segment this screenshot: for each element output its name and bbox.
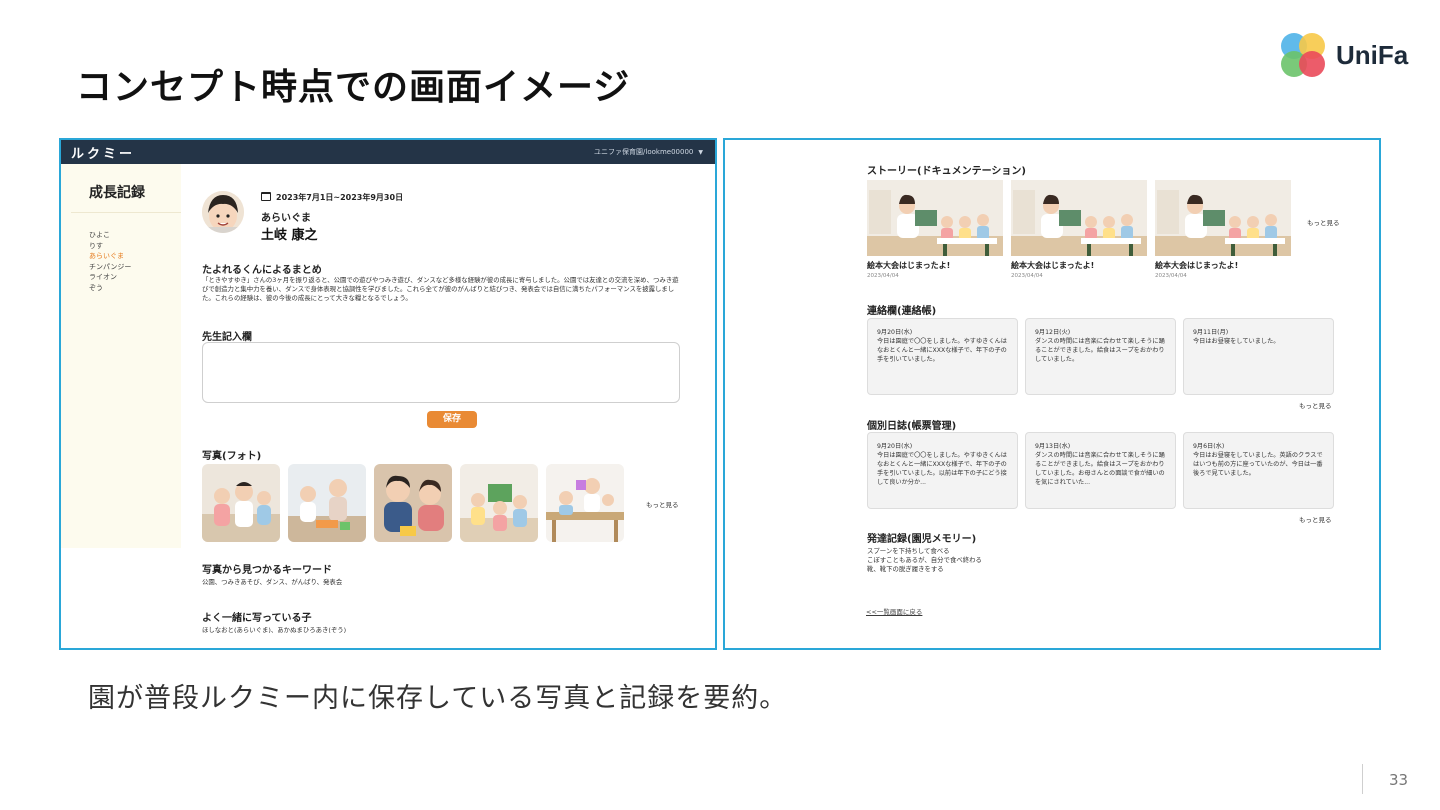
diary-card[interactable]: 9月6日(水) 今日はお昼寝をしていました。英語のクラスではいつも前の方に座って… — [1183, 432, 1334, 509]
contact-card-text: ダンスの時間には音楽に合わせて楽しそうに踊ることができました。給食はスープをおか… — [1035, 338, 1165, 363]
contact-more-link[interactable]: もっと見る — [1299, 400, 1332, 410]
contact-card-date: 9月20日(水) — [877, 329, 913, 336]
sidebar-item-araiguma[interactable]: あらいぐま — [89, 251, 131, 262]
sidebar-item-lion[interactable]: ライオン — [89, 272, 131, 283]
story-card-title: 絵本大会はじまったよ! — [1011, 261, 1095, 270]
summary-title: たよれるくんによるまとめ — [202, 265, 322, 276]
contact-card-text: 今日はお昼寝をしていました。 — [1193, 338, 1280, 345]
sidebar-item-chimpanzee[interactable]: チンパンジー — [89, 262, 131, 273]
sidebar: 成長記録 ひよこ りす あらいぐま チンパンジー ライオン ぞう — [61, 164, 181, 548]
photo-thumbnail[interactable] — [374, 464, 452, 542]
keywords-text: 公園、つみきあそび、ダンス、がんばり、発表会 — [202, 578, 343, 586]
story-card-title: 絵本大会はじまったよ! — [1155, 261, 1239, 270]
sidebar-title: 成長記録 — [89, 185, 145, 201]
contact-card-date: 9月12日(火) — [1035, 329, 1071, 336]
slide-title: コンセプト時点での画面イメージ — [76, 67, 631, 108]
diary-title: 個別日誌(帳票管理) — [867, 421, 957, 432]
photos-more-link[interactable]: もっと見る — [646, 499, 679, 509]
diary-card[interactable]: 9月13日(水) ダンスの時間には音楽に合わせて楽しそうに踊ることができました。… — [1025, 432, 1176, 509]
contact-card[interactable]: 9月20日(水) 今日は園庭で〇〇をしました。やすゆきくんはなおとくんと一緒にX… — [867, 318, 1018, 395]
development-line: スプーンを下持ちして食べる — [867, 547, 950, 555]
story-more-link[interactable]: もっと見る — [1307, 217, 1340, 227]
photo-thumbnail[interactable] — [546, 464, 624, 542]
photo-thumbnail[interactable] — [288, 464, 366, 542]
diary-card-text: 今日はお昼寝をしていました。英語のクラスではいつも前の方に座っていたのが、今日は… — [1193, 452, 1323, 477]
story-card-title: 絵本大会はじまったよ! — [867, 261, 951, 270]
story-card[interactable]: 絵本大会はじまったよ! 2023/04/04 — [1011, 180, 1147, 279]
back-to-list-link[interactable]: <<一覧画面に戻る — [866, 606, 922, 616]
summary-text: 「ときやすゆき」さんの3ヶ月を振り返ると、公園での遊びやつみき遊び、ダンスなど多… — [202, 276, 679, 303]
diary-card-date: 9月13日(水) — [1035, 443, 1071, 450]
child-avatar — [202, 191, 244, 233]
page-number: 33 — [1389, 771, 1409, 789]
page-number-divider — [1362, 764, 1363, 794]
record-period-text: 2023年7月1日~2023年9月30日 — [276, 193, 404, 202]
diary-card-text: 今日は園庭で〇〇をしました。やすゆきくんはなおとくんと一緒にXXXな様子で、年下… — [877, 452, 1007, 486]
diary-card-date: 9月6日(水) — [1193, 443, 1225, 450]
story-image — [867, 180, 1003, 256]
app-header: ルクミー ユニファ保育園/lookme00000 ▼ — [61, 140, 715, 164]
summary-detail-screen: ストーリー(ドキュメンテーション) 絵本大会はじまったよ! 2023/04/04 — [723, 138, 1381, 650]
development-line: 靴、靴下の脱ぎ履きをする — [867, 565, 944, 573]
story-image — [1011, 180, 1147, 256]
story-card[interactable]: 絵本大会はじまったよ! 2023/04/04 — [867, 180, 1003, 279]
development-line: こぼすこともあるが、自分で食べ終わる — [867, 556, 982, 564]
teacher-note-textarea[interactable] — [202, 342, 680, 403]
story-card-date: 2023/04/04 — [1011, 273, 1043, 279]
sidebar-item-hiyoko[interactable]: ひよこ — [89, 230, 131, 241]
sidebar-item-risu[interactable]: りす — [89, 241, 131, 252]
story-title: ストーリー(ドキュメンテーション) — [867, 166, 1026, 177]
contact-card[interactable]: 9月12日(火) ダンスの時間には音楽に合わせて楽しそうに踊ることができました。… — [1025, 318, 1176, 395]
story-card-date: 2023/04/04 — [1155, 273, 1187, 279]
photo-thumbnail[interactable] — [202, 464, 280, 542]
contact-card-text: 今日は園庭で〇〇をしました。やすゆきくんはなおとくんと一緒にXXXな様子で、年下… — [877, 338, 1007, 363]
child-name: 土岐 康之 — [261, 228, 318, 243]
record-period: 2023年7月1日~2023年9月30日 — [261, 192, 403, 203]
contact-title: 連絡欄(連絡帳) — [867, 306, 937, 317]
sidebar-item-zou[interactable]: ぞう — [89, 283, 131, 294]
friends-title: よく一緒に写っている子 — [202, 613, 312, 624]
story-card[interactable]: 絵本大会はじまったよ! 2023/04/04 — [1155, 180, 1291, 279]
diary-more-link[interactable]: もっと見る — [1299, 514, 1332, 524]
save-button[interactable]: 保存 — [427, 411, 477, 428]
photo-thumbnail[interactable] — [460, 464, 538, 542]
photos-title: 写真(フォト) — [202, 451, 262, 462]
class-list: ひよこ りす あらいぐま チンパンジー ライオン ぞう — [89, 230, 131, 293]
diary-card-text: ダンスの時間には音楽に合わせて楽しそうに踊ることができました。給食はスープをおか… — [1035, 452, 1165, 486]
development-title: 発達記録(園児メモリー) — [867, 534, 977, 545]
app-brand: ルクミー — [71, 147, 136, 162]
contact-card[interactable]: 9月11日(月) 今日はお昼寝をしていました。 — [1183, 318, 1334, 395]
diary-card-date: 9月20日(水) — [877, 443, 913, 450]
unifa-logo-text: UniFa — [1336, 40, 1409, 70]
friends-text: ほしなおと(あらいぐま)、あかぬまひろあき(ぞう) — [202, 626, 347, 634]
diary-card[interactable]: 9月20日(水) 今日は園庭で〇〇をしました。やすゆきくんはなおとくんと一緒にX… — [867, 432, 1018, 509]
sidebar-divider — [71, 212, 181, 213]
unifa-logo-mark-icon — [1281, 33, 1325, 77]
slide-caption: 園が普段ルクミー内に保存している写真と記録を要約。 — [88, 683, 788, 714]
child-class: あらいぐま — [261, 213, 311, 224]
teacher-note-title: 先生記入欄 — [202, 332, 252, 343]
contact-card-date: 9月11日(月) — [1193, 329, 1229, 336]
story-card-date: 2023/04/04 — [867, 273, 899, 279]
unifa-logo: UniFa — [1278, 30, 1418, 86]
keywords-title: 写真から見つかるキーワード — [202, 565, 332, 576]
growth-record-screen: ルクミー ユニファ保育園/lookme00000 ▼ 成長記録 ひよこ りす あら… — [59, 138, 717, 650]
caret-down-icon: ▼ — [698, 149, 703, 156]
user-menu[interactable]: ユニファ保育園/lookme00000 ▼ — [594, 147, 703, 157]
user-menu-label: ユニファ保育園/lookme00000 — [594, 148, 694, 156]
calendar-icon — [261, 192, 271, 201]
story-image — [1155, 180, 1291, 256]
